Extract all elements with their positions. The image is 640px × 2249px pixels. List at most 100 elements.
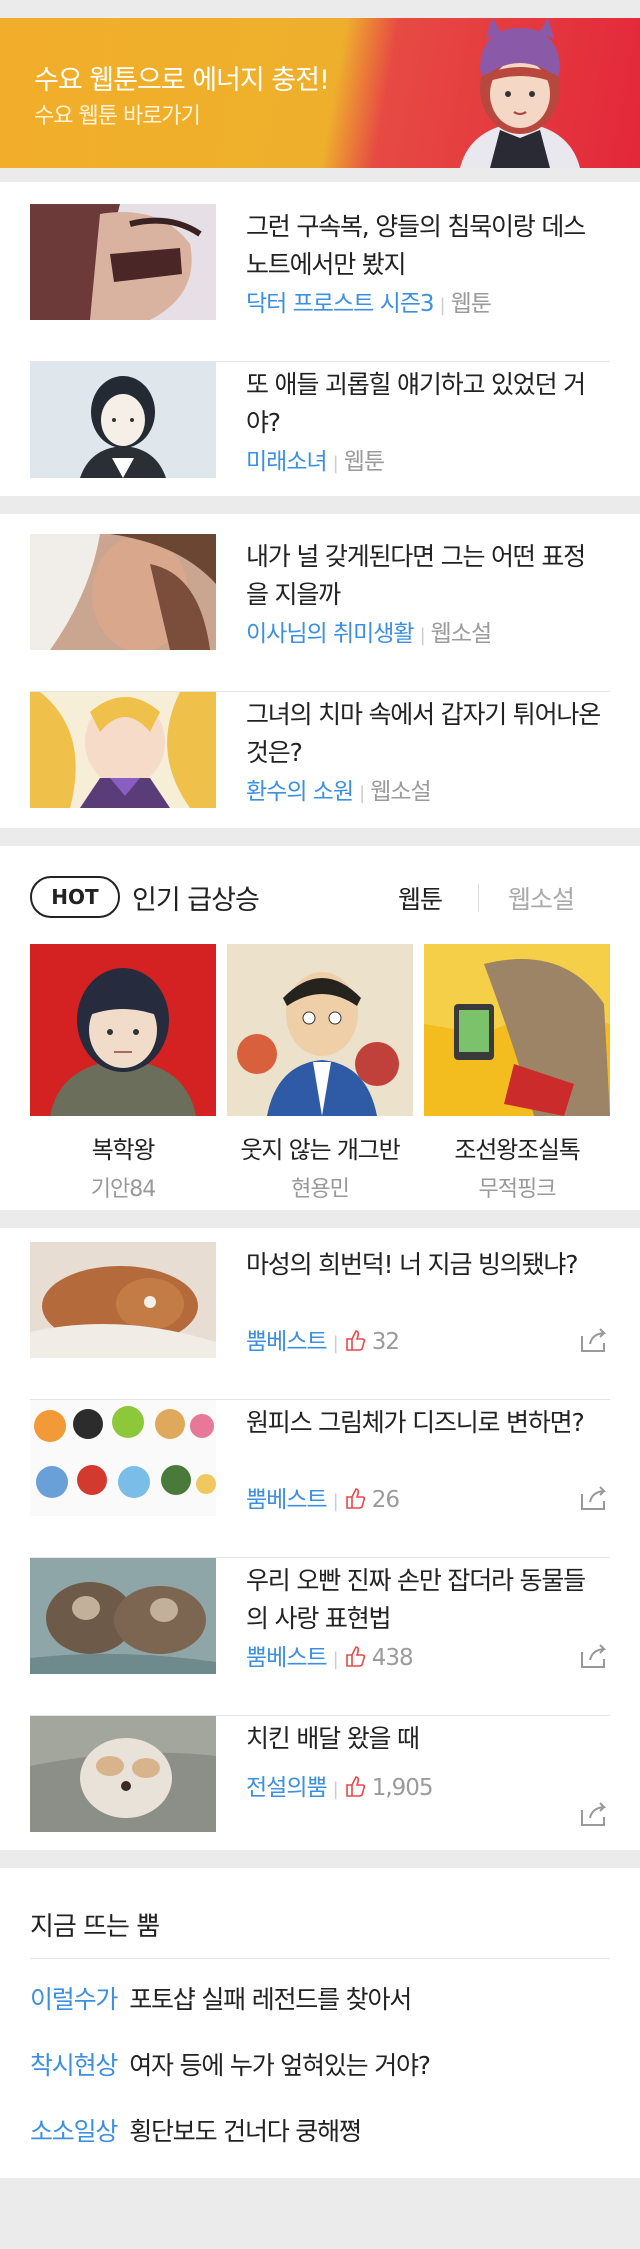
meta-divider: |	[332, 1491, 339, 1512]
source-link[interactable]: 미래소녀	[246, 449, 328, 475]
card-author: 무적핑크	[478, 1177, 557, 1202]
hot-card[interactable]: 웃지 않는 개그반 현용민	[227, 944, 413, 1203]
trending-section: 지금 뜨는 뿜 이럴수가 포토샵 실패 레전드를 찾아서 착시현상 여자 등에 누가…	[0, 1868, 640, 2178]
list-item[interactable]: 우리 오빤 진짜 손만 잡더라 동물들의 사랑 표현법 뿜베스트 | 438	[30, 1558, 610, 1716]
item-meta: 이사님의 취미생활 | 웹소설	[246, 614, 492, 648]
list-item[interactable]: 그런 구속복, 양들의 침묵이랑 데스노트에서만 봤지 닥터 프로스트 시즌3 |…	[30, 204, 610, 362]
tab-webtoon[interactable]: 웹툰	[398, 880, 443, 916]
thumbnail	[30, 204, 216, 320]
share-icon[interactable]	[578, 1642, 610, 1670]
trending-item[interactable]: 착시현상 여자 등에 누가 엎혀있는 거야?	[30, 2046, 431, 2082]
list-item[interactable]: 원피스 그림체가 디즈니로 변하면? 뿜베스트 | 26	[30, 1400, 610, 1558]
thumbnail	[30, 1558, 216, 1674]
hot-section: HOT 인기 급상승 웹툰 웹소설 복학왕 기안84 웃지 않는 개그반 현용민…	[0, 846, 640, 1210]
item-meta: 뿜베스트 | 26	[246, 1480, 400, 1514]
like-icon	[345, 1330, 365, 1351]
like-icon	[345, 1488, 365, 1509]
webtoon-section: 그런 구속복, 양들의 침묵이랑 데스노트에서만 봤지 닥터 프로스트 시즌3 |…	[0, 182, 640, 496]
tab-divider	[478, 884, 479, 912]
item-title: 원피스 그림체가 디즈니로 변하면?	[246, 1408, 585, 1437]
trending-category: 착시현상	[30, 2051, 118, 2080]
thumbnail	[30, 534, 216, 650]
source-link[interactable]: 뿜베스트	[246, 1487, 328, 1513]
source-link[interactable]: 전설의뿜	[246, 1775, 328, 1801]
item-title: 그녀의 치마 속에서 갑자기 튀어나온 것은?	[246, 700, 601, 767]
meta-divider: |	[332, 1649, 339, 1670]
banner-subtitle: 수요 웹툰 바로가기	[34, 104, 201, 129]
card-thumbnail	[227, 944, 413, 1116]
item-meta: 닥터 프로스트 시즌3 | 웹툰	[246, 284, 492, 318]
item-meta: 뿜베스트 | 438	[246, 1638, 414, 1672]
item-meta: 환수의 소원 | 웹소설	[246, 772, 432, 806]
source-link[interactable]: 뿜베스트	[246, 1645, 328, 1671]
card-author: 현용민	[291, 1177, 350, 1202]
meta-divider: |	[359, 783, 365, 804]
thumbnail	[30, 692, 216, 808]
list-item[interactable]: 마성의 희번덕! 너 지금 빙의됐냐? 뿜베스트 | 32	[30, 1242, 610, 1400]
like-count: 438	[371, 1645, 414, 1671]
card-thumbnail	[30, 944, 216, 1116]
like-icon	[345, 1646, 365, 1667]
divider	[30, 1958, 610, 1959]
share-icon[interactable]	[578, 1484, 610, 1512]
list-item[interactable]: 또 애들 괴롭힐 얘기하고 있었던 거야? 미래소녀 | 웹툰	[30, 362, 610, 520]
thumbnail	[30, 1400, 216, 1516]
like-count: 26	[371, 1487, 400, 1513]
meta-divider: |	[419, 625, 426, 646]
list-item[interactable]: 내가 널 갖게된다면 그는 어떤 표정을 지을까 이사님의 취미생활 | 웹소설	[30, 534, 610, 692]
trending-item[interactable]: 소소일상 횡단보도 건너다 쿵해쪙	[30, 2112, 362, 2148]
trending-title: 지금 뜨는 뿜	[30, 1912, 160, 1942]
kind-label: 웹소설	[370, 779, 431, 805]
kind-label: 웹소설	[430, 621, 492, 647]
meta-divider: |	[332, 1333, 339, 1354]
banner-character-illustration	[460, 18, 580, 168]
item-meta: 전설의뿜 | 1,905	[246, 1768, 434, 1802]
share-icon[interactable]	[578, 1326, 610, 1354]
card-title: 조선왕조실톡	[454, 1136, 580, 1164]
item-meta: 뿜베스트 | 32	[246, 1322, 400, 1356]
meta-divider: |	[332, 453, 339, 474]
source-link[interactable]: 이사님의 취미생활	[246, 621, 415, 647]
list-item[interactable]: 그녀의 치마 속에서 갑자기 튀어나온 것은? 환수의 소원 | 웹소설	[30, 692, 610, 850]
meta-divider: |	[332, 1779, 339, 1800]
like-icon	[345, 1776, 365, 1797]
tab-webnovel[interactable]: 웹소설	[508, 880, 575, 916]
thumbnail	[30, 1242, 216, 1358]
wednesday-webtoon-banner[interactable]: 수요 웹툰으로 에너지 충전! 수요 웹툰 바로가기	[0, 18, 640, 168]
banner-title: 수요 웹툰으로 에너지 충전!	[34, 65, 330, 96]
thumbnail	[30, 362, 216, 478]
page: 수요 웹툰으로 에너지 충전! 수요 웹툰 바로가기 그런 구속복, 양들의 침…	[0, 0, 640, 2249]
thumbnail	[30, 1716, 216, 1832]
card-title: 웃지 않는 개그반	[240, 1136, 400, 1164]
item-title: 치킨 배달 왔을 때	[246, 1724, 420, 1753]
item-title: 내가 널 갖게된다면 그는 어떤 표정을 지을까	[246, 542, 586, 609]
hot-card[interactable]: 복학왕 기안84	[30, 944, 216, 1203]
item-title: 마성의 희번덕! 너 지금 빙의됐냐?	[246, 1250, 578, 1279]
list-item[interactable]: 치킨 배달 왔을 때 전설의뿜 | 1,905	[30, 1716, 610, 1874]
trending-text: 횡단보도 건너다 쿵해쪙	[129, 2117, 362, 2146]
item-title: 그런 구속복, 양들의 침묵이랑 데스노트에서만 봤지	[246, 212, 586, 279]
trending-text: 포토샵 실패 레전드를 찾아서	[129, 1985, 412, 2014]
hot-title: 인기 급상승	[132, 885, 260, 916]
meta-divider: |	[439, 295, 446, 316]
card-thumbnail	[424, 944, 610, 1116]
like-count: 1,905	[371, 1775, 434, 1801]
like-count: 32	[371, 1329, 400, 1355]
source-link[interactable]: 닥터 프로스트 시즌3	[246, 291, 435, 317]
trending-item[interactable]: 이럴수가 포토샵 실패 레전드를 찾아서	[30, 1980, 412, 2016]
share-icon[interactable]	[578, 1800, 610, 1828]
webnovel-section: 내가 널 갖게된다면 그는 어떤 표정을 지을까 이사님의 취미생활 | 웹소설 그…	[0, 514, 640, 828]
source-link[interactable]: 뿜베스트	[246, 1329, 328, 1355]
bbom-section: 마성의 희번덕! 너 지금 빙의됐냐? 뿜베스트 | 32 원피스 그림체가 디즈니…	[0, 1228, 640, 1850]
source-link[interactable]: 환수의 소원	[246, 779, 354, 805]
hot-card[interactable]: 조선왕조실톡 무적핑크	[424, 944, 610, 1203]
item-title: 우리 오빤 진짜 손만 잡더라 동물들의 사랑 표현법	[246, 1566, 586, 1633]
trending-text: 여자 등에 누가 엎혀있는 거야?	[129, 2051, 431, 2080]
item-title: 또 애들 괴롭힐 얘기하고 있었던 거야?	[246, 370, 586, 437]
kind-label: 웹툰	[343, 449, 385, 475]
trending-category: 이럴수가	[30, 1985, 118, 2014]
hot-badge: HOT	[30, 876, 120, 918]
item-meta: 미래소녀 | 웹툰	[246, 442, 385, 476]
card-title: 복학왕	[91, 1136, 156, 1164]
kind-label: 웹툰	[450, 291, 492, 317]
